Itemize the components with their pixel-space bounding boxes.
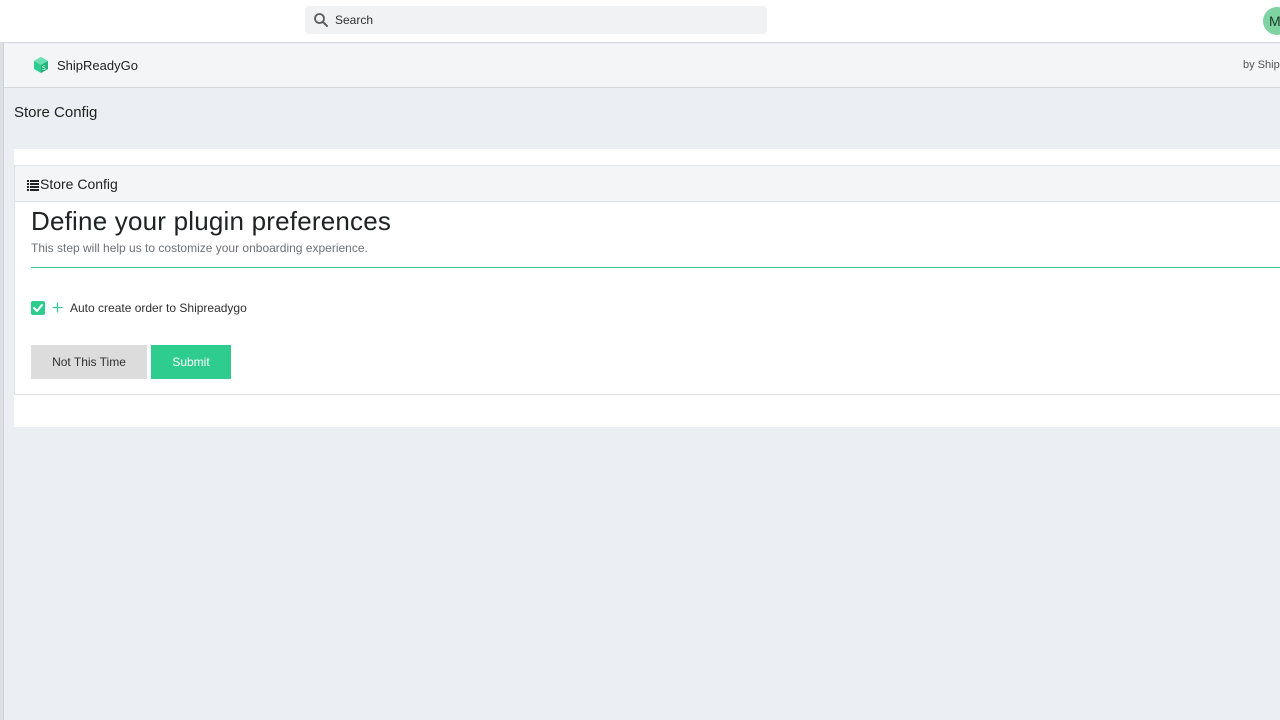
search-icon [313,12,329,28]
auto-create-order-checkbox[interactable] [31,301,45,315]
preferences-heading: Define your plugin preferences [31,206,392,236]
section-divider [31,267,1280,268]
plus-icon [52,300,63,313]
search-input[interactable]: Search [335,13,373,27]
not-this-time-button[interactable]: Not This Time [31,345,147,379]
search-bar[interactable]: Search [305,6,767,34]
card-header-title: Store Config [40,176,118,192]
list-icon [27,178,39,191]
left-rail [0,43,4,720]
card-header: Store Config [15,166,1280,202]
svg-text:S: S [42,65,46,72]
preferences-subtext: This step will help us to costomize your… [31,241,368,255]
check-icon [33,304,43,312]
page-title: Store Config [14,104,98,121]
avatar[interactable]: M [1263,7,1280,35]
logo-icon: S [32,56,50,74]
app-header: S ShipReadyGo by Ship [4,44,1280,88]
submit-button[interactable]: Submit [151,345,231,379]
app-publisher: by Ship [1243,59,1280,71]
auto-create-order-label: Auto create order to Shipreadygo [70,301,247,315]
store-config-card: Store Config Define your plugin preferen… [14,165,1280,395]
app-name: ShipReadyGo [57,58,138,73]
top-bar: Search M [0,0,1280,43]
